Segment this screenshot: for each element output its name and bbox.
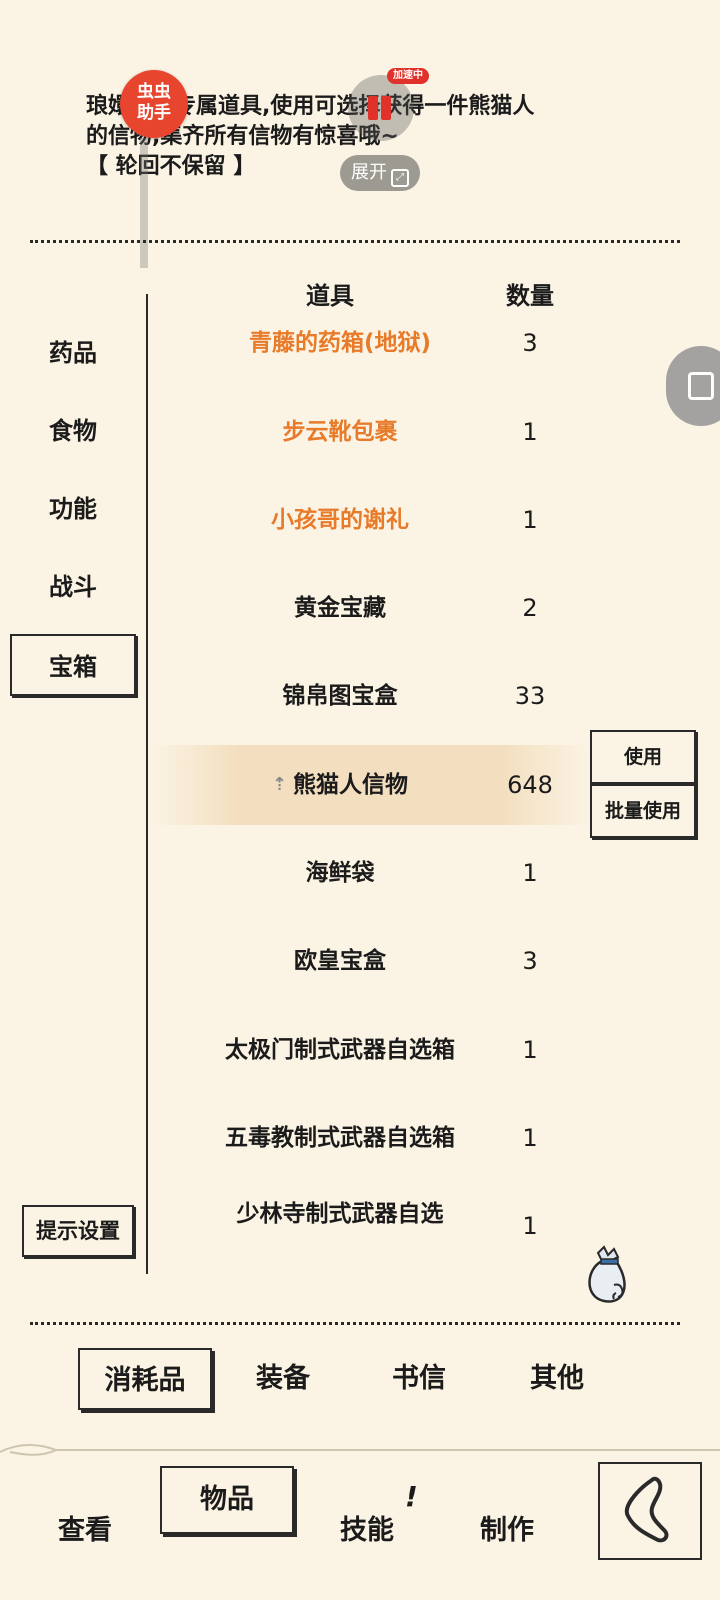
table-row[interactable]: 海鲜袋 1 [150,833,590,913]
item-qty: 648 [507,771,553,799]
category-function[interactable]: 功能 [10,478,136,540]
use-button[interactable]: 使用 [590,730,696,784]
item-name: ⇡ 熊猫人信物 [190,745,490,825]
tab-consumables[interactable]: 消耗品 [78,1348,212,1410]
chongchong-assistant-badge[interactable]: 虫虫 助手 [120,70,188,138]
nav-items[interactable]: 物品 [160,1466,294,1534]
assistant-label-1: 虫虫 [137,82,171,102]
item-name: 太极门制式武器自选箱 [225,1037,455,1063]
skill-alert-mark: ! [405,1480,418,1513]
table-row[interactable]: 锦帛图宝盒 33 [150,656,590,736]
side-float-icon [688,372,714,400]
tab-letters[interactable]: 书信 [364,1348,474,1410]
table-row-selected[interactable]: ⇡ 熊猫人信物 648 [150,745,590,825]
back-arrow-icon [624,1476,669,1543]
category-food[interactable]: 食物 [10,400,136,462]
table-row[interactable]: 步云靴包裹 1 [150,392,590,472]
item-name: 黄金宝藏 [294,595,386,621]
item-name: 步云靴包裹 [282,419,398,445]
item-name: 小孩哥的谢礼 [271,507,409,533]
item-name: 锦帛图宝盒 [282,683,398,709]
table-row[interactable]: 太极门制式武器自选箱 1 [150,1010,590,1090]
pause-icon-bar [368,96,378,120]
nav-view[interactable]: 查看 [30,1500,140,1562]
nav-craft[interactable]: 制作 [452,1500,562,1562]
item-name: 欧皇宝盒 [294,948,386,974]
item-qty: 1 [522,859,538,887]
tab-others[interactable]: 其他 [502,1348,612,1410]
item-qty: 2 [522,594,538,622]
item-qty: 3 [522,329,538,357]
item-qty: 1 [522,1036,538,1064]
tab-equipment[interactable]: 装备 [228,1348,338,1410]
top-divider [30,240,680,243]
back-button[interactable] [598,1462,702,1560]
expand-label: 展开 [351,162,387,183]
table-row[interactable]: 小孩哥的谢礼 1 [150,480,590,560]
table-row[interactable]: 少林寺制式武器自选 1 [150,1186,590,1242]
item-name: 青藤的药箱(地狱) [248,330,432,356]
bottom-divider [30,1322,680,1325]
table-row[interactable]: 欧皇宝盒 3 [150,921,590,1001]
item-qty: 1 [522,1212,538,1240]
pin-top-icon[interactable]: ⇡ [272,771,287,799]
table-row[interactable]: 黄金宝藏 2 [150,568,590,648]
decorative-wave [0,1444,720,1456]
item-qty: 1 [522,1124,538,1152]
category-battle[interactable]: 战斗 [10,556,136,618]
item-name-text: 熊猫人信物 [293,772,409,798]
bag-icon[interactable] [580,1245,636,1307]
assistant-handle[interactable] [140,138,148,268]
table-row[interactable]: 五毒教制式武器自选箱 1 [150,1098,590,1178]
vertical-divider [146,294,148,1274]
table-row[interactable]: 青藤的药箱(地狱) 3 [150,303,590,383]
item-qty: 1 [522,506,538,534]
item-name: 海鲜袋 [305,860,375,886]
pause-icon-bar [381,96,391,120]
item-qty: 33 [514,682,546,710]
speed-status-badge: 加速中 [387,68,429,84]
item-name: 少林寺制式武器自选 [236,1201,444,1227]
item-name: 五毒教制式武器自选箱 [225,1125,455,1151]
category-chest[interactable]: 宝箱 [10,634,136,696]
batch-use-button[interactable]: 批量使用 [590,784,696,838]
category-medicine[interactable]: 药品 [10,322,136,384]
item-qty: 3 [522,947,538,975]
side-float-button[interactable] [666,346,720,426]
item-qty: 1 [522,418,538,446]
assistant-label-2: 助手 [137,103,171,123]
tip-settings-button[interactable]: 提示设置 [22,1205,134,1257]
expand-icon: ⤢ [391,169,409,187]
expand-button[interactable]: 展开 ⤢ [340,155,420,191]
